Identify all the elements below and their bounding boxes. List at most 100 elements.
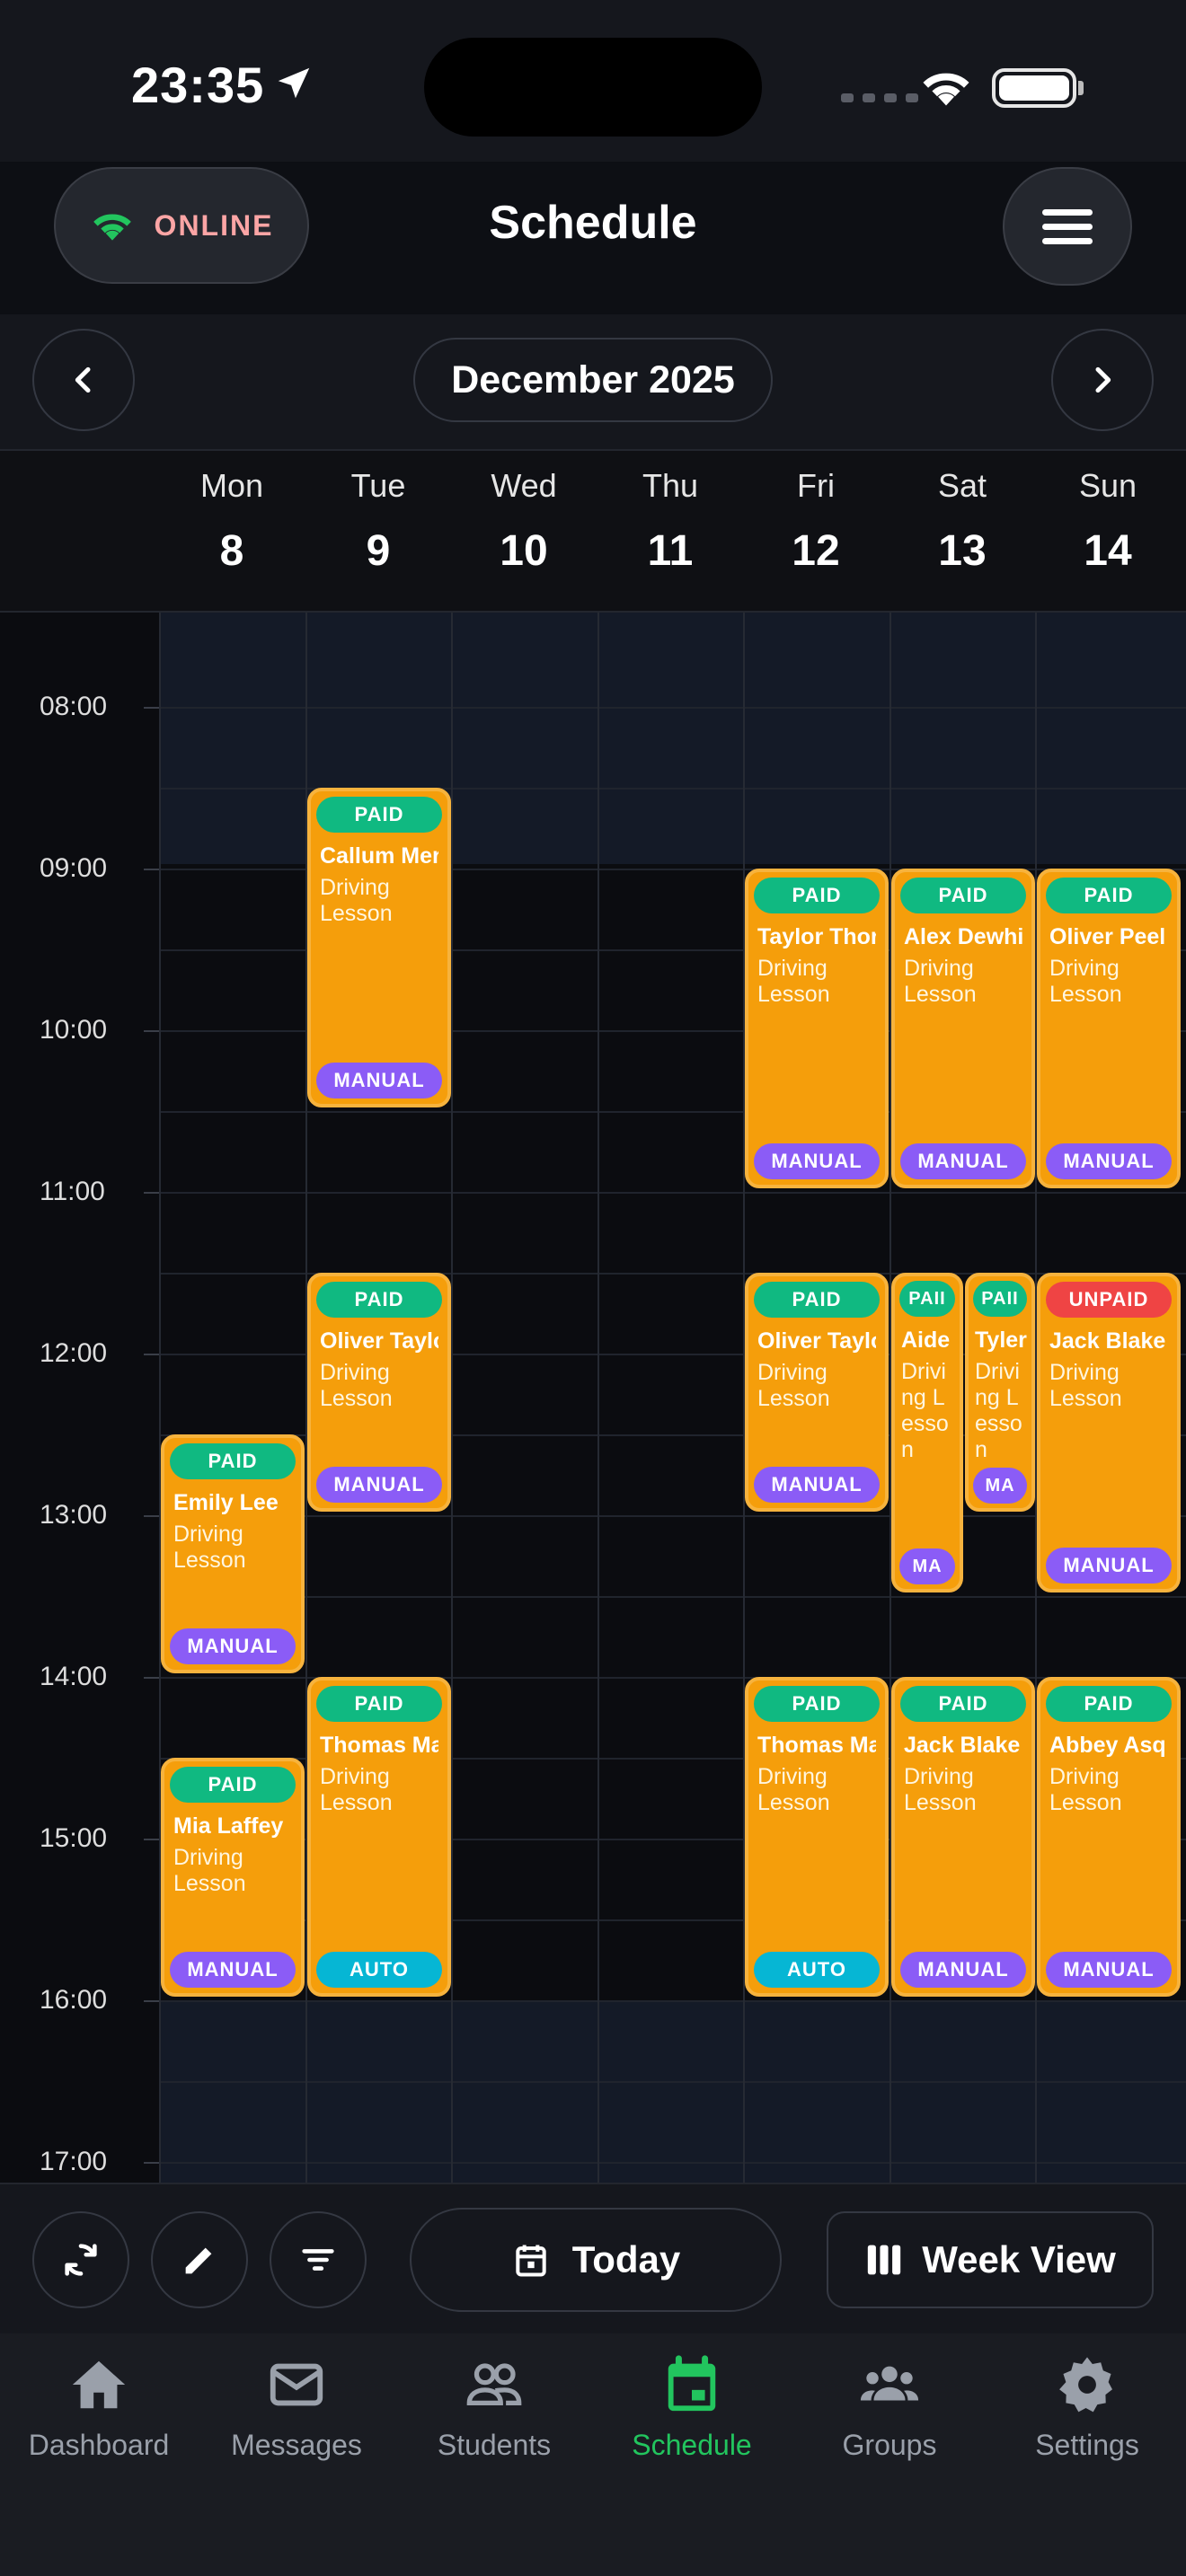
payment-status-badge: PAID — [170, 1767, 296, 1803]
status-time: 23:35 — [131, 57, 265, 113]
location-arrow-icon — [278, 67, 310, 99]
time-column: 08:00 09:00 10:00 11:00 12:00 13:00 14:0… — [0, 613, 160, 2183]
mail-icon — [270, 2363, 323, 2406]
lesson-card[interactable]: PAID Emily Lee Driving Lesson MANUAL — [161, 1434, 305, 1673]
lesson-type: Driving Lesson — [975, 1359, 1022, 1462]
time-grid[interactable]: 08:00 09:00 10:00 11:00 12:00 13:00 14:0… — [0, 613, 1186, 2183]
lesson-card[interactable]: PAID Thomas Ma Driving Lesson AUTO — [745, 1677, 889, 1997]
month-label[interactable]: December 2025 — [413, 338, 773, 422]
week-view-button[interactable]: Week View — [827, 2211, 1154, 2308]
pencil-icon — [185, 2247, 212, 2274]
nav-students[interactable]: Students — [395, 2353, 593, 2462]
transmission-badge: MA — [899, 1548, 955, 1584]
transmission-badge: MANUAL — [170, 1628, 296, 1664]
transmission-badge: MANUAL — [1046, 1952, 1172, 1988]
lesson-type: Driving Lesson — [757, 1360, 830, 1411]
student-name: Jack Blake — [904, 1733, 1021, 1758]
payment-status-badge: PAII — [973, 1281, 1027, 1317]
lesson-type: Driving Lesson — [757, 956, 830, 1007]
day-header-wed[interactable]: Wed 10 — [451, 467, 597, 576]
day-header-sun[interactable]: Sun 14 — [1035, 467, 1181, 576]
nav-groups[interactable]: Groups — [791, 2353, 988, 2462]
day-header-tue[interactable]: Tue 9 — [305, 467, 451, 576]
lesson-card[interactable]: UNPAID Jack Blake Driving Lesson MANUAL — [1037, 1273, 1181, 1592]
payment-status-badge: UNPAID — [1046, 1282, 1172, 1318]
lesson-card[interactable]: PAID Oliver Taylo Driving Lesson MANUAL — [307, 1273, 451, 1512]
student-name: Tyler — [975, 1328, 1027, 1353]
student-name: Mia Laffey — [173, 1813, 284, 1839]
nav-messages[interactable]: Messages — [198, 2353, 395, 2462]
student-name: Abbey Asq — [1049, 1733, 1166, 1758]
lesson-type: Driving Lesson — [1049, 956, 1122, 1007]
day-header-thu[interactable]: Thu 11 — [597, 467, 743, 576]
payment-status-badge: PAID — [900, 1686, 1026, 1722]
dynamic-island — [424, 38, 762, 137]
student-name: Taylor Thor — [757, 924, 876, 949]
payment-status-badge: PAID — [754, 1686, 880, 1722]
lesson-card[interactable]: PAID Abbey Asq Driving Lesson MANUAL — [1037, 1677, 1181, 1997]
time-label: 09:00 — [40, 853, 108, 883]
filter-button[interactable] — [270, 2211, 367, 2308]
cellular-signal-icon — [841, 93, 918, 102]
transmission-badge: MANUAL — [900, 1143, 1026, 1179]
bottom-navigation: Dashboard Messages Students Schedule Gro… — [0, 2333, 1186, 2576]
lesson-type: Driving Lesson — [904, 1764, 977, 1815]
lesson-card[interactable]: PAID Taylor Thor Driving Lesson MANUAL — [745, 869, 889, 1188]
hamburger-icon — [1042, 208, 1093, 216]
lesson-card[interactable]: PAID Alex Dewhi Driving Lesson MANUAL — [891, 869, 1035, 1188]
today-button[interactable]: Today — [410, 2208, 782, 2312]
lesson-card[interactable]: PAII Aide Driving Lesson MA — [891, 1273, 963, 1592]
day-header-mon[interactable]: Mon 8 — [159, 467, 305, 576]
day-header-sat[interactable]: Sat 13 — [890, 467, 1035, 576]
lesson-card[interactable]: PAID Callum Mer Driving Lesson MANUAL — [307, 788, 451, 1107]
time-label: 13:00 — [40, 1500, 108, 1530]
nav-schedule[interactable]: Schedule — [593, 2353, 791, 2462]
chevron-right-icon — [1095, 366, 1111, 393]
chevron-left-icon — [75, 366, 91, 393]
sync-button[interactable] — [32, 2211, 129, 2308]
menu-button[interactable] — [1003, 167, 1132, 286]
week-view-label: Week View — [922, 2238, 1116, 2280]
lesson-card[interactable]: PAID Jack Blake Driving Lesson MANUAL — [891, 1677, 1035, 1997]
previous-month-button[interactable] — [32, 329, 135, 431]
lesson-type: Driving Lesson — [1049, 1764, 1122, 1815]
lesson-card[interactable]: PAID Mia Laffey Driving Lesson MANUAL — [161, 1758, 305, 1997]
today-label: Today — [571, 2238, 681, 2280]
lesson-card[interactable]: PAID Oliver Taylo Driving Lesson MANUAL — [745, 1273, 889, 1512]
lesson-card[interactable]: PAID Oliver Peel Driving Lesson MANUAL — [1037, 869, 1181, 1188]
nav-settings[interactable]: Settings — [988, 2353, 1186, 2462]
lesson-type: Driving Lesson — [1049, 1360, 1122, 1411]
time-label: 15:00 — [40, 1823, 108, 1853]
payment-status-badge: PAID — [1046, 1686, 1172, 1722]
week-calendar: Mon 8 Tue 9 Wed 10 Thu 11 Fri 12 Sat 13 Sun 14 … — [0, 449, 1186, 2183]
student-name: Oliver Taylo — [757, 1328, 876, 1354]
lesson-card[interactable]: PAII Tyler Driving Lesson MA — [965, 1273, 1035, 1512]
lesson-type: Driving Lesson — [757, 1764, 830, 1815]
transmission-badge: AUTO — [754, 1952, 880, 1988]
payment-status-badge: PAID — [316, 1282, 442, 1318]
time-label: 10:00 — [40, 1015, 108, 1045]
payment-status-badge: PAID — [1046, 878, 1172, 913]
student-name: Aide — [901, 1328, 951, 1353]
student-name: Thomas Ma — [320, 1733, 438, 1758]
group-icon — [860, 2366, 919, 2401]
time-label: 16:00 — [40, 1985, 108, 2015]
transmission-badge: MANUAL — [316, 1063, 442, 1098]
student-name: Oliver Taylo — [320, 1328, 438, 1354]
lesson-type: Driving Lesson — [901, 1359, 949, 1462]
lesson-type: Driving Lesson — [904, 956, 977, 1007]
lesson-card[interactable]: PAID Thomas Ma Driving Lesson AUTO — [307, 1677, 451, 1997]
calendar-icon — [668, 2355, 716, 2412]
next-month-button[interactable] — [1051, 329, 1154, 431]
edit-button[interactable] — [151, 2211, 248, 2308]
day-header-fri[interactable]: Fri 12 — [743, 467, 889, 576]
payment-status-badge: PAII — [899, 1281, 955, 1317]
lesson-type: Driving Lesson — [320, 1764, 393, 1815]
time-label: 14:00 — [40, 1662, 108, 1691]
payment-status-badge: PAID — [170, 1443, 296, 1479]
wifi-icon — [923, 73, 969, 106]
payment-status-badge: PAID — [316, 797, 442, 833]
transmission-badge: MANUAL — [1046, 1143, 1172, 1179]
payment-status-badge: PAID — [754, 878, 880, 913]
nav-dashboard[interactable]: Dashboard — [0, 2353, 198, 2462]
